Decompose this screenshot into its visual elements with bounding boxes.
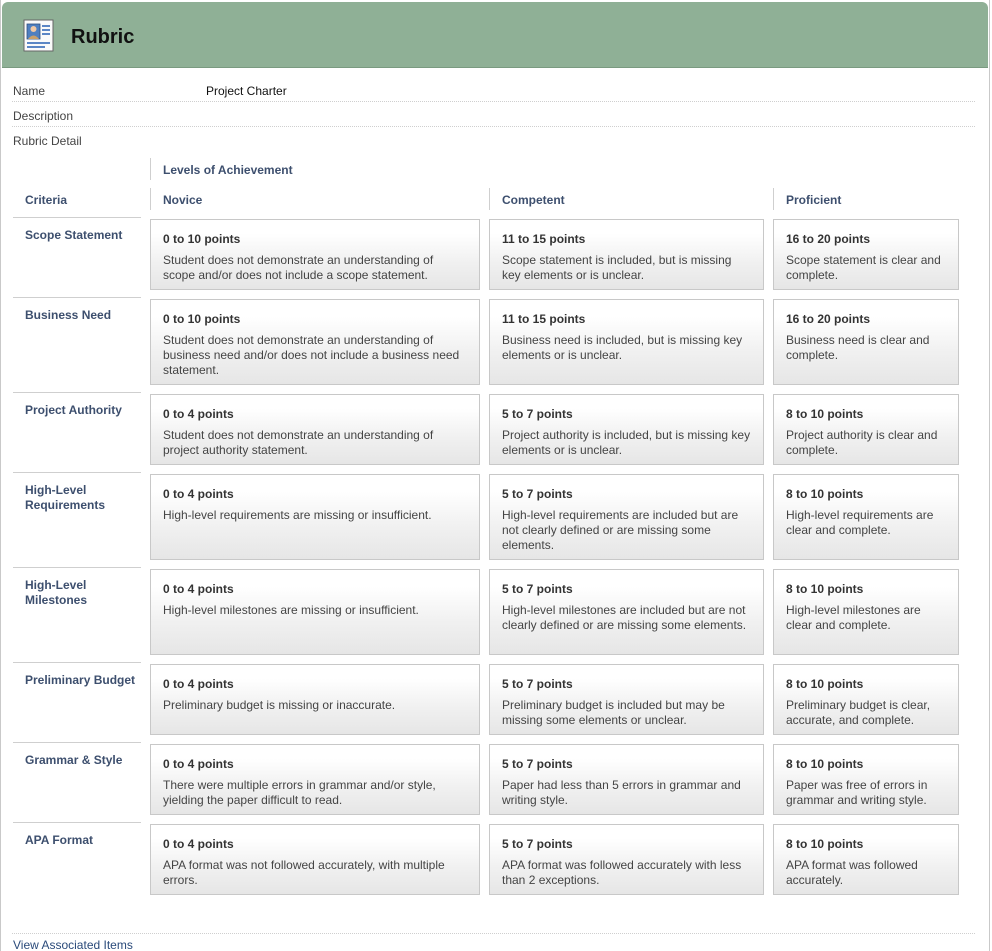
column-header-competent: Competent bbox=[489, 188, 764, 210]
points-range: 5 to 7 points bbox=[502, 487, 573, 501]
level-description: Preliminary budget is included but may b… bbox=[502, 698, 725, 727]
points-range: 5 to 7 points bbox=[502, 582, 573, 596]
column-header-proficient: Proficient bbox=[773, 188, 959, 210]
level-description: Student does not demonstrate an understa… bbox=[163, 333, 460, 377]
points-range: 8 to 10 points bbox=[786, 677, 864, 691]
criterion-label: High-Level Milestones bbox=[13, 567, 141, 653]
level-description: Project authority is clear and complete. bbox=[786, 428, 938, 457]
points-range: 0 to 4 points bbox=[163, 837, 234, 851]
rubric-cell-competent: 5 to 7 points Project authority is includ… bbox=[489, 394, 764, 465]
level-description: Preliminary budget is missing or inaccur… bbox=[163, 698, 396, 712]
level-description: APA format was not followed accurately, … bbox=[163, 858, 445, 887]
level-description: Project authority is included, but is mi… bbox=[502, 428, 751, 457]
level-description: High-level requirements are clear and co… bbox=[786, 508, 934, 537]
footer-divider bbox=[12, 933, 975, 934]
level-description: High-level requirements are missing or i… bbox=[163, 508, 432, 522]
rubric-cell-novice: 0 to 4 points APA format was not followed… bbox=[150, 824, 480, 895]
criterion-label: Scope Statement bbox=[13, 217, 141, 288]
criterion-label: Preliminary Budget bbox=[13, 662, 141, 733]
name-row: Name Project Charter bbox=[12, 77, 975, 102]
name-label: Name bbox=[13, 84, 46, 98]
points-range: 8 to 10 points bbox=[786, 582, 864, 596]
levels-of-achievement-heading: Levels of Achievement bbox=[150, 158, 293, 180]
rubric-cell-proficient: 8 to 10 points Preliminary budget is clea… bbox=[773, 664, 959, 735]
points-range: 11 to 15 points bbox=[502, 232, 586, 246]
page-title: Rubric bbox=[71, 26, 135, 48]
points-range: 0 to 10 points bbox=[163, 312, 241, 326]
points-range: 0 to 10 points bbox=[163, 232, 241, 246]
level-description: Business need is included, but is missin… bbox=[502, 333, 743, 362]
level-description: Student does not demonstrate an understa… bbox=[163, 428, 434, 457]
points-range: 5 to 7 points bbox=[502, 407, 573, 421]
points-range: 0 to 4 points bbox=[163, 407, 234, 421]
rubric-cell-proficient: 8 to 10 points High-level milestones are … bbox=[773, 569, 959, 655]
level-description: APA format was followed accurately with … bbox=[502, 858, 742, 887]
level-description: Preliminary budget is clear, accurate, a… bbox=[786, 698, 931, 727]
rubric-cell-competent: 11 to 15 points Scope statement is includ… bbox=[489, 219, 764, 290]
rubric-detail-row: Rubric Detail bbox=[12, 127, 975, 152]
points-range: 8 to 10 points bbox=[786, 757, 864, 771]
level-description: High-level requirements are included but… bbox=[502, 508, 739, 552]
level-description: High-level milestones are missing or ins… bbox=[163, 603, 419, 617]
level-description: Business need is clear and complete. bbox=[786, 333, 930, 362]
points-range: 8 to 10 points bbox=[786, 837, 864, 851]
rubric-cell-proficient: 8 to 10 points Project authority is clear… bbox=[773, 394, 959, 465]
rubric-cell-proficient: 8 to 10 points Paper was free of errors i… bbox=[773, 744, 959, 815]
rubric-document-icon bbox=[23, 19, 55, 53]
description-row: Description bbox=[12, 102, 975, 127]
rubric-cell-competent: 5 to 7 points High-level requirements are… bbox=[489, 474, 764, 560]
criterion-label: APA Format bbox=[13, 822, 141, 893]
level-description: Scope statement is clear and complete. bbox=[786, 253, 941, 282]
rubric-cell-competent: 5 to 7 points High-level milestones are i… bbox=[489, 569, 764, 655]
description-label: Description bbox=[13, 109, 74, 123]
points-range: 16 to 20 points bbox=[786, 312, 871, 326]
rubric-cell-proficient: 8 to 10 points High-level requirements ar… bbox=[773, 474, 959, 560]
rubric-cell-proficient: 16 to 20 points Business need is clear an… bbox=[773, 299, 959, 385]
rubric-detail-label: Rubric Detail bbox=[13, 134, 82, 148]
level-description: High-level milestones are included but a… bbox=[502, 603, 747, 632]
rubric-cell-competent: 5 to 7 points Preliminary budget is inclu… bbox=[489, 664, 764, 735]
points-range: 5 to 7 points bbox=[502, 757, 573, 771]
points-range: 0 to 4 points bbox=[163, 487, 234, 501]
points-range: 5 to 7 points bbox=[502, 677, 573, 691]
level-description: There were multiple errors in grammar an… bbox=[163, 778, 436, 807]
criterion-label: Business Need bbox=[13, 297, 141, 383]
points-range: 5 to 7 points bbox=[502, 837, 573, 851]
points-range: 0 to 4 points bbox=[163, 582, 234, 596]
rubric-cell-competent: 5 to 7 points APA format was followed acc… bbox=[489, 824, 764, 895]
points-range: 8 to 10 points bbox=[786, 487, 864, 501]
rubric-cell-novice: 0 to 4 points Preliminary budget is missi… bbox=[150, 664, 480, 735]
name-value: Project Charter bbox=[206, 84, 287, 98]
criterion-label: Grammar & Style bbox=[13, 742, 141, 813]
rubric-cell-novice: 0 to 10 points Student does not demonstra… bbox=[150, 299, 480, 385]
rubric-cell-novice: 0 to 4 points High-level requirements are… bbox=[150, 474, 480, 560]
level-description: Paper had less than 5 errors in grammar … bbox=[502, 778, 741, 807]
points-range: 0 to 4 points bbox=[163, 677, 234, 691]
rubric-cell-novice: 0 to 4 points There were multiple errors … bbox=[150, 744, 480, 815]
rubric-cell-novice: 0 to 10 points Student does not demonstra… bbox=[150, 219, 480, 290]
page-header: Rubric bbox=[2, 2, 988, 68]
rubric-cell-proficient: 8 to 10 points APA format was followed ac… bbox=[773, 824, 959, 895]
criterion-label: Project Authority bbox=[13, 392, 141, 463]
column-header-novice: Novice bbox=[150, 188, 480, 210]
points-range: 16 to 20 points bbox=[786, 232, 871, 246]
level-description: High-level milestones are clear and comp… bbox=[786, 603, 921, 632]
points-range: 0 to 4 points bbox=[163, 757, 234, 771]
points-range: 8 to 10 points bbox=[786, 407, 864, 421]
level-description: APA format was followed accurately. bbox=[786, 858, 918, 887]
level-description: Student does not demonstrate an understa… bbox=[163, 253, 434, 282]
rubric-cell-competent: 11 to 15 points Business need is included… bbox=[489, 299, 764, 385]
level-description: Scope statement is included, but is miss… bbox=[502, 253, 732, 282]
view-associated-items-link[interactable]: View Associated Items bbox=[13, 938, 133, 951]
rubric-cell-novice: 0 to 4 points Student does not demonstrat… bbox=[150, 394, 480, 465]
criterion-label: High-Level Requirements bbox=[13, 472, 141, 558]
rubric-cell-novice: 0 to 4 points High-level milestones are m… bbox=[150, 569, 480, 655]
points-range: 11 to 15 points bbox=[502, 312, 586, 326]
criteria-column-header: Criteria bbox=[25, 193, 68, 207]
level-description: Paper was free of errors in grammar and … bbox=[786, 778, 928, 807]
rubric-cell-proficient: 16 to 20 points Scope statement is clear … bbox=[773, 219, 959, 290]
rubric-cell-competent: 5 to 7 points Paper had less than 5 error… bbox=[489, 744, 764, 815]
